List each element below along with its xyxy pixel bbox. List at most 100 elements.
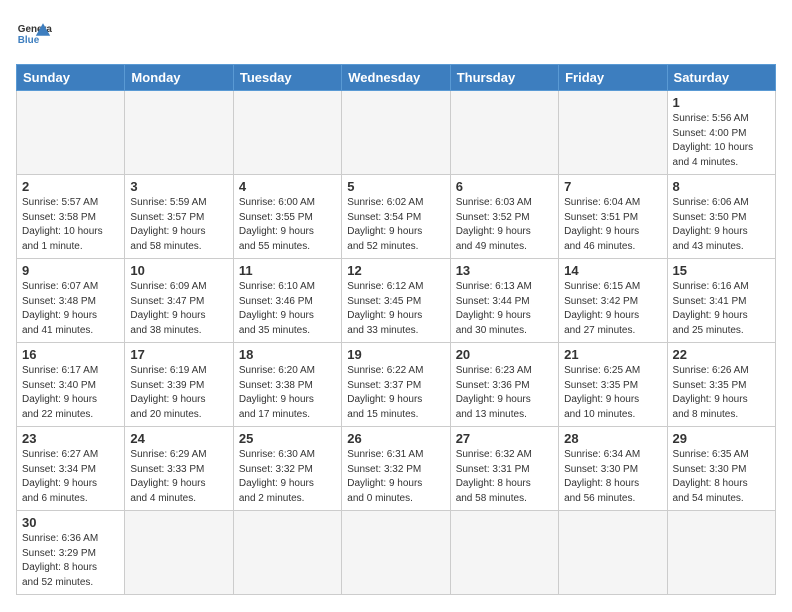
- calendar-day-cell: [17, 91, 125, 175]
- calendar-day-cell: [125, 511, 233, 595]
- calendar-day-cell: 10 Sunrise: 6:09 AM Sunset: 3:47 PM Dayli…: [125, 259, 233, 343]
- day-info: Sunrise: 6:20 AM Sunset: 3:38 PM Dayligh…: [239, 364, 336, 422]
- day-info: Sunrise: 6:00 AM Sunset: 3:55 PM Dayligh…: [239, 196, 336, 254]
- calendar-day-cell: 12Sunrise: 6:12 AM Sunset: 3:45 PM Dayli…: [342, 259, 450, 343]
- calendar-day-cell: [233, 511, 341, 595]
- calendar-day-cell: 15 Sunrise: 6:16 AM Sunset: 3:41 PM Dayli…: [667, 259, 775, 343]
- day-info: Sunrise: 5:57 AM Sunset: 3:58 PM Dayligh…: [22, 196, 119, 254]
- calendar-day-cell: 20Sunrise: 6:23 AM Sunset: 3:36 PM Dayli…: [450, 343, 558, 427]
- calendar-day-cell: 1 Sunrise: 5:56 AM Sunset: 4:00 PM Daylig…: [667, 91, 775, 175]
- day-info: Sunrise: 6:31 AM Sunset: 3:32 PM Dayligh…: [347, 448, 444, 506]
- calendar-day-cell: [450, 511, 558, 595]
- logo: General Blue: [16, 16, 58, 52]
- day-info: Sunrise: 6:34 AM Sunset: 3:30 PM Dayligh…: [564, 448, 661, 506]
- day-info: Sunrise: 5:56 AM Sunset: 4:00 PM Dayligh…: [673, 112, 770, 170]
- day-number: 3: [130, 179, 227, 194]
- calendar-day-cell: [342, 511, 450, 595]
- calendar-day-cell: 14 Sunrise: 6:15 AM Sunset: 3:42 PM Dayli…: [559, 259, 667, 343]
- day-number: 6: [456, 179, 553, 194]
- day-info: Sunrise: 6:19 AM Sunset: 3:39 PM Dayligh…: [130, 364, 227, 422]
- calendar-day-cell: 17 Sunrise: 6:19 AM Sunset: 3:39 PM Dayli…: [125, 343, 233, 427]
- day-number: 25: [239, 431, 336, 446]
- day-info: Sunrise: 6:13 AM Sunset: 3:44 PM Dayligh…: [456, 280, 553, 338]
- calendar-day-cell: 5 Sunrise: 6:02 AM Sunset: 3:54 PM Daylig…: [342, 175, 450, 259]
- day-info: Sunrise: 6:26 AM Sunset: 3:35 PM Dayligh…: [673, 364, 770, 422]
- day-of-week-header: Sunday: [17, 65, 125, 91]
- day-number: 21: [564, 347, 661, 362]
- day-info: Sunrise: 6:29 AM Sunset: 3:33 PM Dayligh…: [130, 448, 227, 506]
- day-number: 18: [239, 347, 336, 362]
- calendar-day-cell: 9 Sunrise: 6:07 AM Sunset: 3:48 PM Daylig…: [17, 259, 125, 343]
- day-number: 11: [239, 263, 336, 278]
- calendar: SundayMondayTuesdayWednesdayThursdayFrid…: [16, 64, 776, 595]
- calendar-week-row: 16 Sunrise: 6:17 AM Sunset: 3:40 PM Dayli…: [17, 343, 776, 427]
- day-number: 1: [673, 95, 770, 110]
- day-info: Sunrise: 6:23 AM Sunset: 3:36 PM Dayligh…: [456, 364, 553, 422]
- calendar-day-cell: 3Sunrise: 5:59 AM Sunset: 3:57 PM Daylig…: [125, 175, 233, 259]
- calendar-day-cell: 13Sunrise: 6:13 AM Sunset: 3:44 PM Dayli…: [450, 259, 558, 343]
- day-info: Sunrise: 6:06 AM Sunset: 3:50 PM Dayligh…: [673, 196, 770, 254]
- day-number: 17: [130, 347, 227, 362]
- calendar-day-cell: [559, 511, 667, 595]
- calendar-day-cell: [667, 511, 775, 595]
- calendar-day-cell: [233, 91, 341, 175]
- day-number: 23: [22, 431, 119, 446]
- day-number: 5: [347, 179, 444, 194]
- calendar-week-row: 1 Sunrise: 5:56 AM Sunset: 4:00 PM Daylig…: [17, 91, 776, 175]
- day-info: Sunrise: 6:03 AM Sunset: 3:52 PM Dayligh…: [456, 196, 553, 254]
- day-number: 22: [673, 347, 770, 362]
- day-of-week-header: Saturday: [667, 65, 775, 91]
- day-number: 26: [347, 431, 444, 446]
- day-info: Sunrise: 6:07 AM Sunset: 3:48 PM Dayligh…: [22, 280, 119, 338]
- day-info: Sunrise: 6:04 AM Sunset: 3:51 PM Dayligh…: [564, 196, 661, 254]
- day-number: 10: [130, 263, 227, 278]
- day-info: Sunrise: 6:16 AM Sunset: 3:41 PM Dayligh…: [673, 280, 770, 338]
- calendar-day-cell: [342, 91, 450, 175]
- day-info: Sunrise: 6:32 AM Sunset: 3:31 PM Dayligh…: [456, 448, 553, 506]
- calendar-day-cell: 21 Sunrise: 6:25 AM Sunset: 3:35 PM Dayli…: [559, 343, 667, 427]
- day-number: 9: [22, 263, 119, 278]
- calendar-week-row: 23Sunrise: 6:27 AM Sunset: 3:34 PM Dayli…: [17, 427, 776, 511]
- svg-text:Blue: Blue: [18, 35, 40, 46]
- calendar-day-cell: 8Sunrise: 6:06 AM Sunset: 3:50 PM Daylig…: [667, 175, 775, 259]
- calendar-week-row: 9 Sunrise: 6:07 AM Sunset: 3:48 PM Daylig…: [17, 259, 776, 343]
- day-info: Sunrise: 6:22 AM Sunset: 3:37 PM Dayligh…: [347, 364, 444, 422]
- page-header: General Blue: [16, 16, 776, 52]
- calendar-day-cell: 18 Sunrise: 6:20 AM Sunset: 3:38 PM Dayli…: [233, 343, 341, 427]
- day-of-week-header: Wednesday: [342, 65, 450, 91]
- calendar-day-cell: 2Sunrise: 5:57 AM Sunset: 3:58 PM Daylig…: [17, 175, 125, 259]
- day-info: Sunrise: 6:17 AM Sunset: 3:40 PM Dayligh…: [22, 364, 119, 422]
- day-number: 19: [347, 347, 444, 362]
- logo-icon: General Blue: [16, 16, 52, 52]
- calendar-week-row: 30Sunrise: 6:36 AM Sunset: 3:29 PM Dayli…: [17, 511, 776, 595]
- calendar-day-cell: [450, 91, 558, 175]
- day-number: 28: [564, 431, 661, 446]
- day-number: 16: [22, 347, 119, 362]
- day-info: Sunrise: 6:35 AM Sunset: 3:30 PM Dayligh…: [673, 448, 770, 506]
- calendar-day-cell: 23Sunrise: 6:27 AM Sunset: 3:34 PM Dayli…: [17, 427, 125, 511]
- calendar-day-cell: 27 Sunrise: 6:32 AM Sunset: 3:31 PM Dayli…: [450, 427, 558, 511]
- day-info: Sunrise: 6:25 AM Sunset: 3:35 PM Dayligh…: [564, 364, 661, 422]
- calendar-day-cell: 26 Sunrise: 6:31 AM Sunset: 3:32 PM Dayli…: [342, 427, 450, 511]
- calendar-day-cell: 6 Sunrise: 6:03 AM Sunset: 3:52 PM Daylig…: [450, 175, 558, 259]
- calendar-day-cell: 7 Sunrise: 6:04 AM Sunset: 3:51 PM Daylig…: [559, 175, 667, 259]
- calendar-day-cell: 22 Sunrise: 6:26 AM Sunset: 3:35 PM Dayli…: [667, 343, 775, 427]
- calendar-day-cell: 28 Sunrise: 6:34 AM Sunset: 3:30 PM Dayli…: [559, 427, 667, 511]
- day-number: 7: [564, 179, 661, 194]
- calendar-day-cell: 29Sunrise: 6:35 AM Sunset: 3:30 PM Dayli…: [667, 427, 775, 511]
- day-info: Sunrise: 6:10 AM Sunset: 3:46 PM Dayligh…: [239, 280, 336, 338]
- day-number: 15: [673, 263, 770, 278]
- day-number: 27: [456, 431, 553, 446]
- day-number: 4: [239, 179, 336, 194]
- day-of-week-header: Friday: [559, 65, 667, 91]
- day-number: 12: [347, 263, 444, 278]
- calendar-day-cell: 11 Sunrise: 6:10 AM Sunset: 3:46 PM Dayli…: [233, 259, 341, 343]
- day-info: Sunrise: 6:09 AM Sunset: 3:47 PM Dayligh…: [130, 280, 227, 338]
- calendar-day-cell: 19 Sunrise: 6:22 AM Sunset: 3:37 PM Dayli…: [342, 343, 450, 427]
- day-info: Sunrise: 6:15 AM Sunset: 3:42 PM Dayligh…: [564, 280, 661, 338]
- day-number: 14: [564, 263, 661, 278]
- day-number: 30: [22, 515, 119, 530]
- day-info: Sunrise: 6:02 AM Sunset: 3:54 PM Dayligh…: [347, 196, 444, 254]
- day-number: 24: [130, 431, 227, 446]
- day-of-week-header: Tuesday: [233, 65, 341, 91]
